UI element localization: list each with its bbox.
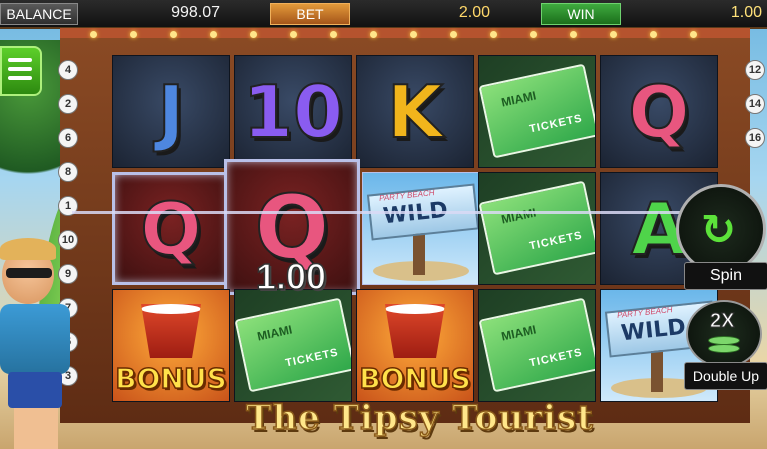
light-bulb <box>650 31 657 38</box>
light-bulb <box>690 31 697 38</box>
reel-symbol-j: J <box>112 55 230 168</box>
reel-symbol-tickets: MIAMI TICKETS <box>478 55 596 168</box>
marquee-lights <box>90 31 730 39</box>
payline-indicator[interactable]: 8 <box>58 162 78 182</box>
tourist-character-hair <box>0 238 56 260</box>
reel-symbol-tickets: MIAMI TICKETS <box>234 289 352 402</box>
symbol-letter: K <box>386 69 444 155</box>
reel-symbol-bonus: BONUS <box>356 289 474 402</box>
reel-symbol-k: K <box>356 55 474 168</box>
light-bulb <box>450 31 457 38</box>
payline-indicator[interactable]: 10 <box>58 230 78 250</box>
light-bulb <box>90 31 97 38</box>
tourist-character-legs <box>14 408 58 449</box>
symbol-letter: Q <box>139 186 202 272</box>
double-multiplier: 2X <box>709 310 735 333</box>
status-bar: BALANCE 998.07 BET 2.00 WIN 1.00 <box>0 0 767 29</box>
ticket-card <box>479 297 595 393</box>
payline-indicator[interactable]: 9 <box>58 264 78 284</box>
payline-indicator[interactable]: 12 <box>745 60 765 80</box>
symbol-letter: 10 <box>242 69 344 155</box>
payline-indicator[interactable]: 16 <box>745 128 765 148</box>
reel-symbol-bonus: BONUS <box>112 289 230 402</box>
balance-label: BALANCE <box>0 3 78 25</box>
payline-indicator[interactable]: 2 <box>58 94 78 114</box>
reels-grid: J 10 K MIAMI TICKETS Q Q Q PARTY BEACH W… <box>112 55 720 402</box>
hamburger-menu-icon <box>8 58 32 62</box>
game-logo: The Tipsy Tourist <box>245 397 594 439</box>
balance-value: 998.07 <box>171 4 220 21</box>
double-up-button[interactable]: 2X <box>686 300 762 368</box>
spin-button[interactable]: ↻ <box>676 184 766 274</box>
line-win-amount: 1.00 <box>255 255 327 298</box>
spin-label[interactable]: Spin <box>684 262 767 290</box>
bonus-text: BONUS <box>115 361 228 396</box>
tourist-character-shorts <box>8 372 62 408</box>
reel-symbol-wild: PARTY BEACH WILD <box>362 172 480 285</box>
ticket-card <box>479 180 595 276</box>
symbol-letter: Q <box>627 69 690 155</box>
light-bulb <box>210 31 217 38</box>
payline-indicator[interactable]: 4 <box>58 60 78 80</box>
reel-symbol-10: 10 <box>234 55 352 168</box>
menu-button[interactable] <box>0 46 42 96</box>
reel-symbol-tickets: MIAMI TICKETS <box>478 172 596 285</box>
winning-payline <box>72 211 732 214</box>
ticket-card <box>479 63 595 159</box>
light-bulb <box>490 31 497 38</box>
sunglasses-icon <box>6 268 52 278</box>
red-cup-icon <box>385 304 445 358</box>
light-bulb <box>250 31 257 38</box>
light-bulb <box>370 31 377 38</box>
light-bulb <box>570 31 577 38</box>
light-bulb <box>130 31 137 38</box>
light-bulb <box>610 31 617 38</box>
symbol-letter: J <box>157 69 186 155</box>
light-bulb <box>170 31 177 38</box>
light-bulb <box>290 31 297 38</box>
double-up-label[interactable]: Double Up <box>684 362 767 390</box>
red-cup-icon <box>141 304 201 358</box>
payline-indicator[interactable]: 6 <box>58 128 78 148</box>
hamburger-menu-icon <box>8 67 32 71</box>
reel-symbol-tickets: MIAMI TICKETS <box>478 289 596 402</box>
bonus-text: BONUS <box>359 361 472 396</box>
hamburger-menu-icon <box>8 76 32 80</box>
win-value: 1.00 <box>730 4 762 21</box>
payline-indicator[interactable]: 14 <box>745 94 765 114</box>
coin-stack-icon <box>708 344 740 353</box>
win-label: WIN <box>541 3 621 25</box>
ticket-card <box>235 297 351 393</box>
light-bulb <box>330 31 337 38</box>
light-bulb <box>410 31 417 38</box>
bet-value: 2.00 <box>458 4 490 21</box>
tourist-character-shirt <box>0 304 70 374</box>
reel-symbol-q: Q <box>600 55 718 168</box>
reel-symbol-q-win: Q <box>112 172 230 285</box>
light-bulb <box>530 31 537 38</box>
refresh-arrow-icon: ↻ <box>701 205 737 254</box>
bet-label[interactable]: BET <box>270 3 350 25</box>
